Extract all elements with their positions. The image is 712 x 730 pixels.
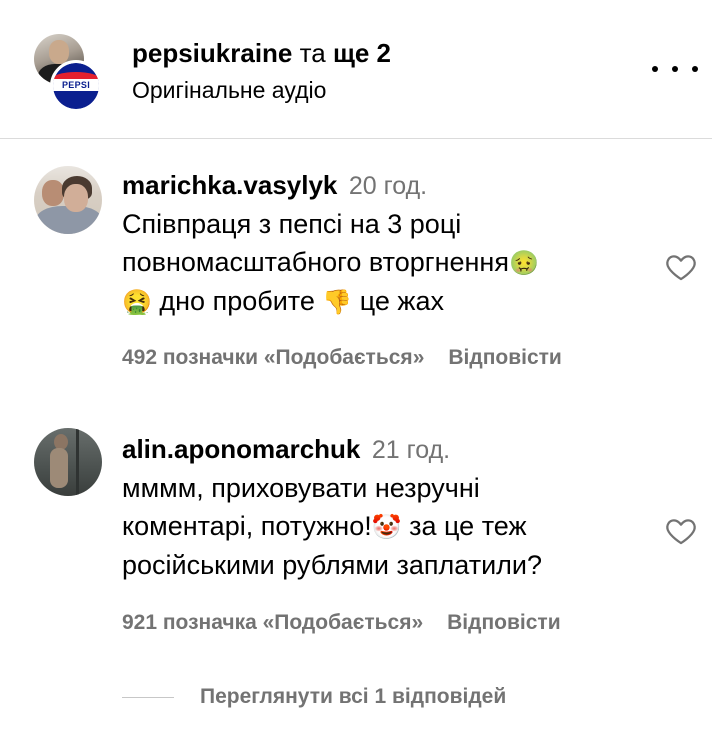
comment-time: 20 год. [348,172,428,200]
comment-line: за це теж [401,511,527,541]
comment-line: коментарі, потужно! [122,511,372,541]
reply-button[interactable]: Відповісти [447,611,560,634]
likes-count[interactable]: 492 позначки «Подобається» [122,346,424,369]
reply-button[interactable]: Відповісти [448,346,561,369]
thumbs-down-icon: 👎 [322,288,353,316]
vomiting-face-icon: 🤮 [122,288,152,316]
commenter-avatar[interactable] [34,166,102,234]
comment-username[interactable]: marichka.vasylyk [122,170,337,200]
replies-line [122,696,174,698]
comment-line: Співпраця з пепсі на 3 році [122,209,462,239]
comment-line: російськими рублями заплатили? [122,550,543,580]
view-replies-label[interactable]: Переглянути всі 1 відповідей [200,685,506,709]
comment-line: це жах [352,286,445,316]
clown-face-icon: 🤡 [371,513,402,541]
heart-icon[interactable] [664,514,698,548]
commenter-avatar[interactable] [34,428,102,496]
comment-meta: 492 позначки «Подобається» Відповісти [122,344,562,372]
post-header: PEPSI pepsiukraine та ще 2 Оригінальне а… [0,0,712,138]
collab-avatars[interactable]: PEPSI [34,34,102,112]
nauseated-face-icon: 🤢 [508,249,539,277]
more-options-icon[interactable] [652,54,698,84]
view-replies-button[interactable]: Переглянути всі 1 відповідей [122,682,506,712]
comment-username[interactable]: alin.aponomarchuk [122,434,360,464]
comment-line: дно пробите [151,286,323,316]
comment-time: 21 год. [371,436,451,464]
audio-label[interactable]: Оригінальне аудіо [132,74,326,106]
comment-line: повномасштабного вторгнення [122,247,509,277]
comment-meta: 921 позначка «Подобається» Відповісти [122,609,561,637]
comment-body: alin.aponomarchuk 21 год. мммм, приховув… [122,430,642,584]
connector-text: та [292,38,333,68]
divider [0,138,712,139]
others-link[interactable]: ще 2 [333,38,391,68]
post-author-title[interactable]: pepsiukraine та ще 2 [132,36,391,70]
likes-count[interactable]: 921 позначка «Подобається» [122,611,423,634]
heart-icon[interactable] [664,250,698,284]
comment-body: marichka.vasylyk 20 год. Співпраця з пеп… [122,166,642,321]
comment-line: мммм, приховувати незручні [122,473,480,503]
pepsi-logo-avatar[interactable]: PEPSI [50,60,102,112]
account-name[interactable]: pepsiukraine [132,38,292,68]
